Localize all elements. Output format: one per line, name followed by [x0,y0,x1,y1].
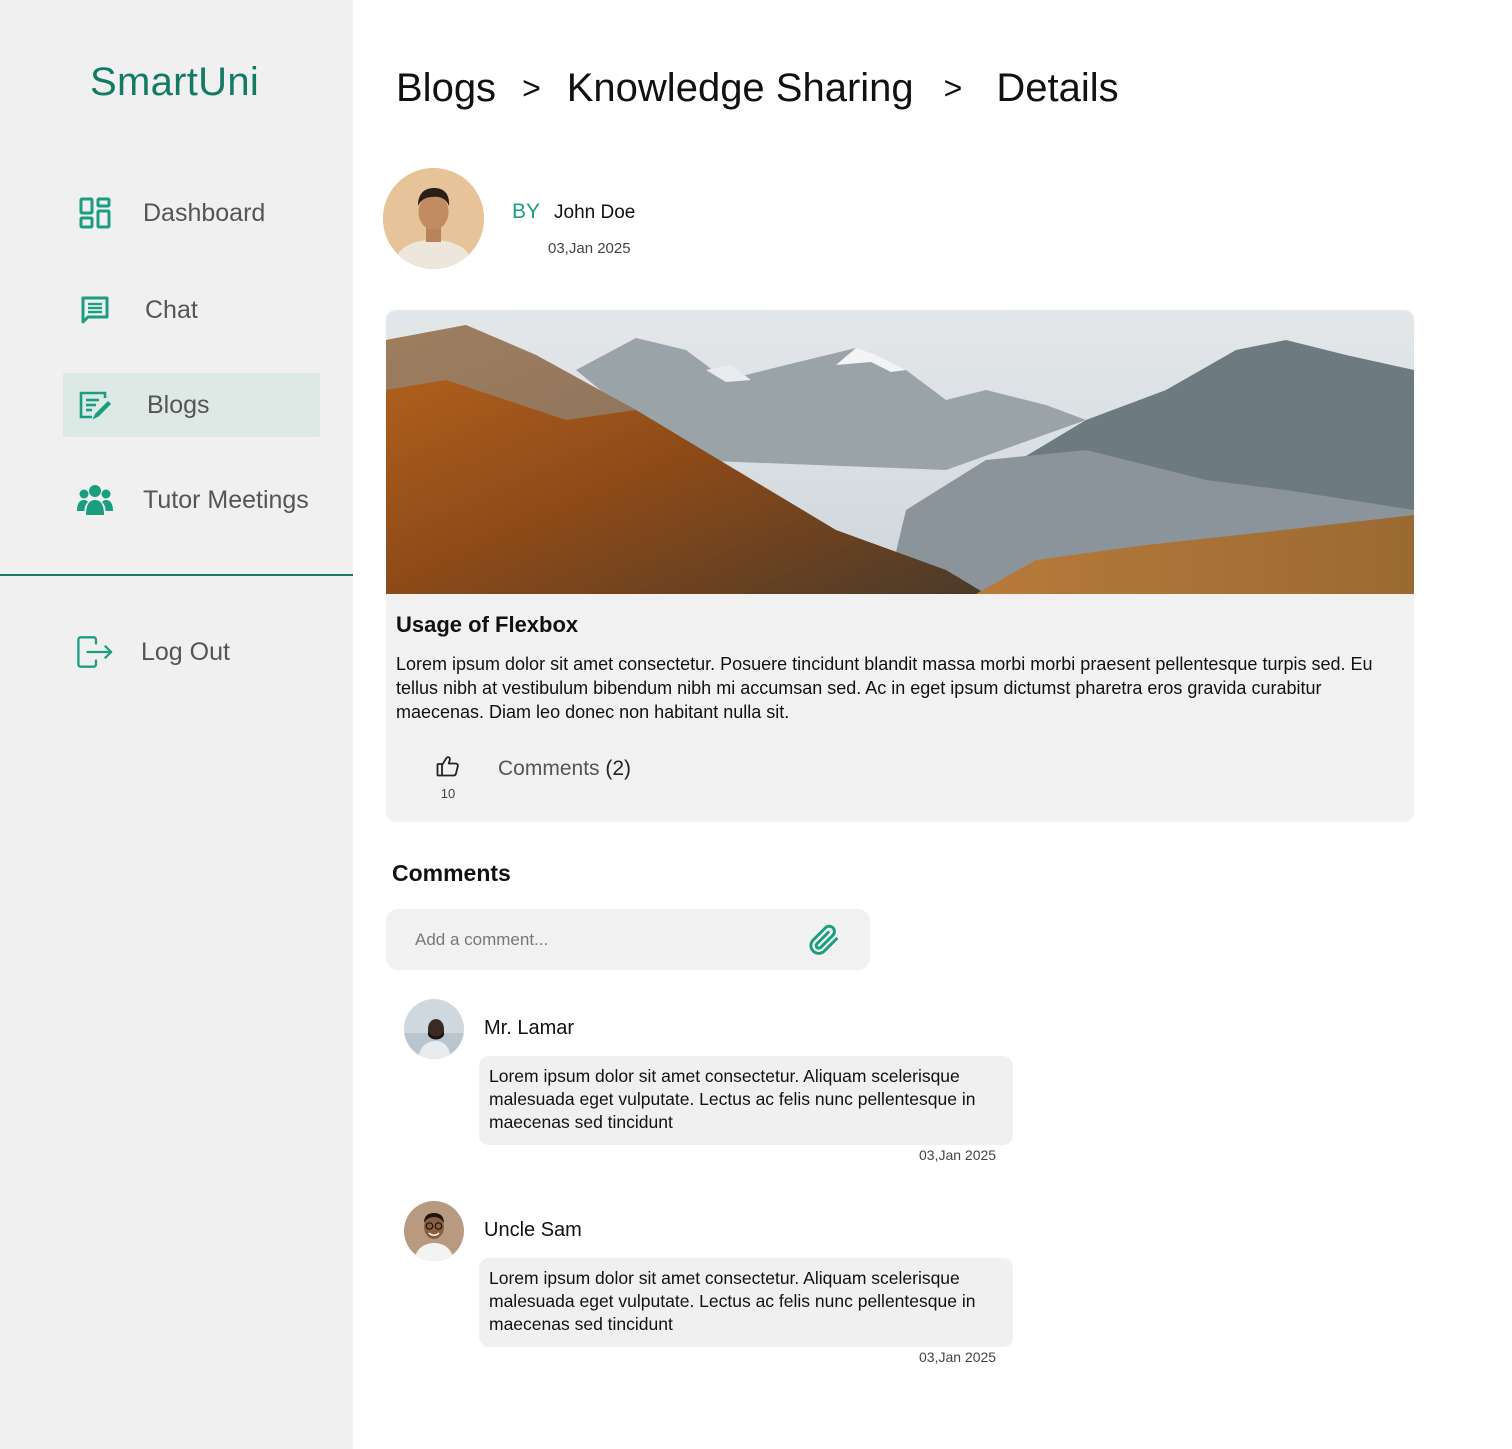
sidebar-item-label: Blogs [147,390,210,419]
post-title: Usage of Flexbox [396,612,579,637]
post-actions: 10 Comments (2) [436,755,631,801]
sidebar-item-label: Dashboard [143,198,266,227]
sidebar-item-chat[interactable]: Chat [63,278,320,342]
author-avatar[interactable] [383,168,484,269]
paperclip-icon[interactable] [808,924,840,956]
comments-count: (2) [605,757,632,780]
blog-edit-icon [77,387,113,423]
thumbs-up-icon [436,755,460,782]
sidebar-item-label: Tutor Meetings [143,485,309,514]
logout-icon [77,634,113,670]
comments-heading: Comments [392,860,511,886]
commenter-avatar[interactable] [404,999,464,1059]
comment-date: 03,Jan 2025 [919,1147,997,1163]
sidebar-item-blogs[interactable]: Blogs [63,373,320,437]
by-line: BY John Doe [512,200,635,224]
comment-input-box [386,909,870,970]
comment-input[interactable] [415,929,795,950]
breadcrumb-separator: > [943,70,963,106]
post-body: Lorem ipsum dolor sit amet consectetur. … [396,654,1373,722]
breadcrumb-separator: > [522,70,541,106]
post-card: Usage of Flexbox Lorem ipsum dolor sit a… [386,310,1414,822]
by-label: BY [512,200,541,223]
commenter-avatar[interactable] [404,1201,464,1261]
logout-button[interactable]: Log Out [63,620,320,684]
comment-text: Lorem ipsum dolor sit amet consectetur. … [479,1258,1013,1347]
sidebar-item-label: Chat [145,295,198,324]
sidebar-item-dashboard[interactable]: Dashboard [63,181,320,245]
comment-text: Lorem ipsum dolor sit amet consectetur. … [479,1056,1013,1145]
post-hero-image [386,310,1414,594]
comment-date: 03,Jan 2025 [919,1349,997,1365]
author-name[interactable]: John Doe [554,202,635,224]
breadcrumb: Blogs > Knowledge Sharing > Details [396,66,1119,111]
chat-icon [77,292,113,328]
dashboard-icon [77,195,113,231]
sidebar-divider [0,574,353,576]
brand-logo[interactable]: SmartUni [90,60,259,105]
sidebar-item-tutor-meetings[interactable]: Tutor Meetings [63,468,320,532]
commenter-name[interactable]: Mr. Lamar [484,1017,574,1040]
breadcrumb-knowledge-sharing[interactable]: Knowledge Sharing [567,66,914,111]
sidebar: SmartUni Dashboard Chat Blogs Tutor Meet… [0,0,353,1449]
logout-label: Log Out [141,637,230,666]
breadcrumb-details: Details [996,66,1119,110]
post-date: 03,Jan 2025 [548,240,631,257]
like-count: 10 [440,786,456,801]
author-meta: BY John Doe 03,Jan 2025 [512,168,635,269]
commenter-name[interactable]: Uncle Sam [484,1219,582,1242]
post-author: BY John Doe 03,Jan 2025 [383,168,635,269]
comments-link[interactable]: Comments (2) [498,757,631,781]
breadcrumb-blogs[interactable]: Blogs [396,66,496,111]
group-icon [77,482,113,518]
comments-link-label: Comments [498,757,600,780]
like-button[interactable]: 10 [436,755,460,801]
